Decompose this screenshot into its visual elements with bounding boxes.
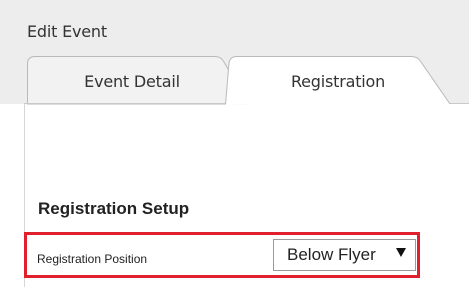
tab-event-detail-label: Event Detail (84, 72, 180, 91)
tab-event-detail[interactable]: Event Detail (27, 56, 249, 105)
registration-position-label: Registration Position (37, 252, 148, 266)
dropdown-arrow-icon (396, 248, 406, 257)
dialog-title: Edit Event (27, 22, 107, 41)
registration-position-value: Below Flyer (287, 245, 376, 264)
section-title: Registration Setup (38, 199, 190, 218)
tab-registration-label: Registration (290, 72, 386, 91)
registration-position-select[interactable]: Below Flyer (273, 239, 416, 271)
tab-registration[interactable]: Registration (225, 56, 451, 105)
